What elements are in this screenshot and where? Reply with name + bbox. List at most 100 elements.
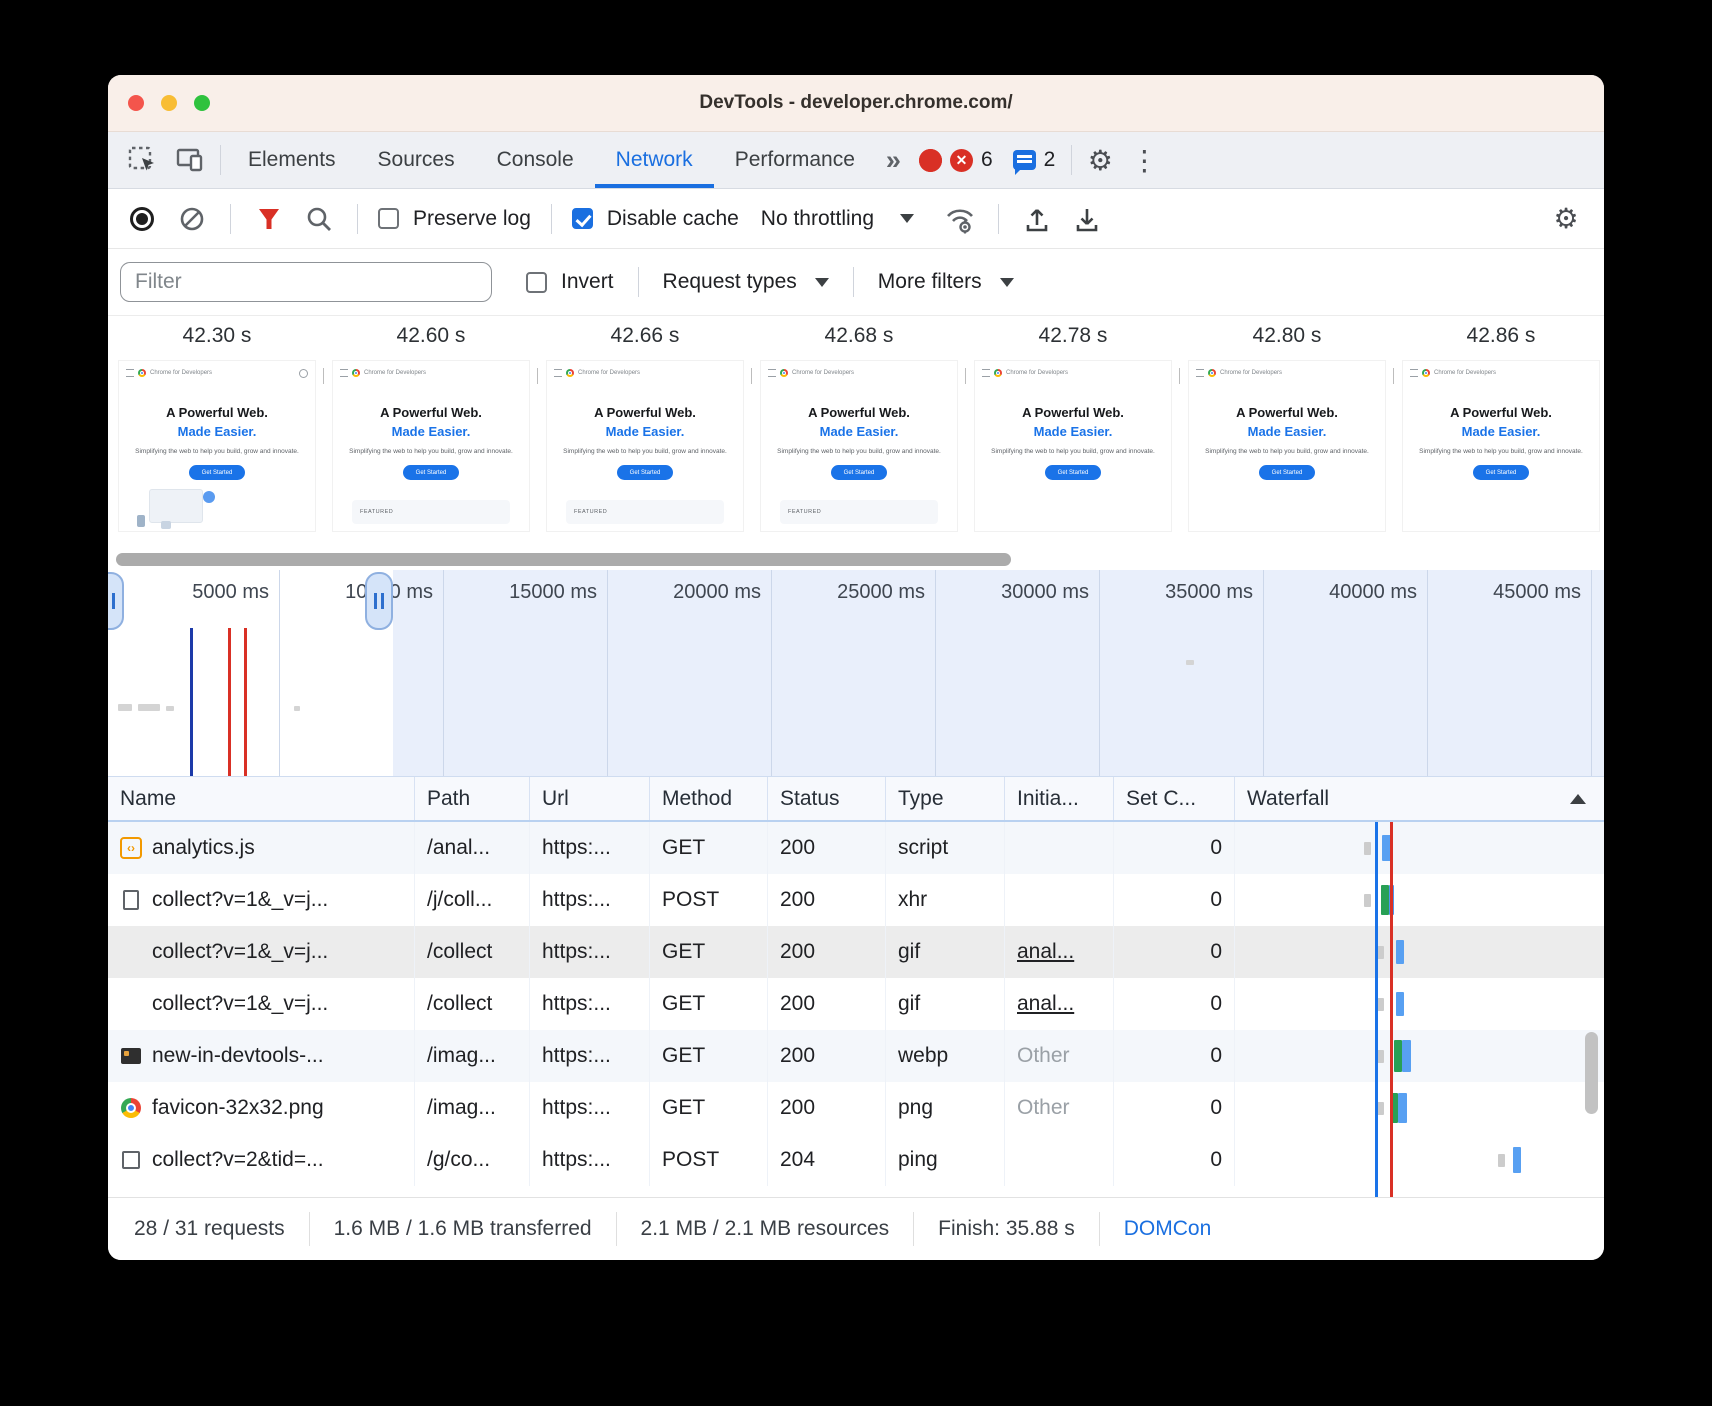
filmstrip-thumbnail: Chrome for Developers A Powerful Web. Ma… (118, 360, 316, 532)
request-waterfall (1235, 1134, 1604, 1186)
timeline-left-handle[interactable] (108, 572, 124, 630)
invert-checkbox[interactable] (526, 272, 547, 293)
request-set-cookies: 0 (1114, 978, 1235, 1030)
filmstrip-frame[interactable]: 42.80 s Chrome for Developers A Powerful… (1180, 316, 1394, 550)
filmstrip-frame[interactable]: 42.68 s Chrome for Developers A Powerful… (752, 316, 966, 550)
search-icon (299, 369, 308, 378)
timeline-overview[interactable]: 5000 ms 10000 ms 15000 ms 20000 ms 25000… (108, 570, 1604, 777)
table-row[interactable]: collect?v=2&tid=... /g/co... https:... P… (108, 1134, 1604, 1186)
load-event-line (1390, 822, 1393, 1197)
column-header-url[interactable]: Url (530, 777, 650, 820)
scrollbar-thumb[interactable] (116, 553, 1011, 566)
filmstrip-frame[interactable]: 42.86 s Chrome for Developers A Powerful… (1394, 316, 1604, 550)
preserve-log-toggle[interactable]: Preserve log (378, 207, 531, 231)
more-tabs-button[interactable]: » (876, 132, 909, 188)
import-har-button[interactable] (1019, 201, 1055, 237)
initiator-link[interactable]: anal... (1017, 940, 1074, 964)
thumb-brand: Chrome for Developers (364, 370, 426, 376)
clear-network-log-button[interactable] (174, 201, 210, 237)
table-row[interactable]: ‹›analytics.js /anal... https:... GET 20… (108, 822, 1604, 874)
column-header-waterfall[interactable]: Waterfall (1235, 777, 1604, 820)
devtools-tab-bar: Elements Sources Console Network Perform… (108, 132, 1604, 189)
close-window-button[interactable] (128, 95, 144, 111)
timeline-tick: 30000 ms (1001, 581, 1089, 604)
issues-badge[interactable]: 2 (1003, 132, 1066, 188)
table-row[interactable]: collect?v=1&_v=j... /j/coll... https:...… (108, 874, 1604, 926)
initiator-link[interactable]: anal... (1017, 992, 1074, 1016)
customize-devtools-button[interactable]: ⋮ (1122, 132, 1166, 188)
hamburger-icon (340, 369, 348, 377)
request-initiator (1005, 822, 1114, 874)
thumb-tagline: Simplifying the web to help you build, g… (547, 448, 743, 455)
dom-content-loaded-line (1375, 822, 1378, 1197)
column-header-status[interactable]: Status (768, 777, 886, 820)
disable-cache-toggle[interactable]: Disable cache (572, 207, 739, 231)
inspect-element-button[interactable] (118, 132, 166, 188)
request-type: webp (886, 1030, 1005, 1082)
column-header-initiator[interactable]: Initia... (1005, 777, 1114, 820)
tab-sources[interactable]: Sources (357, 132, 476, 188)
column-header-name[interactable]: Name (108, 777, 415, 820)
thumb-illustration (131, 489, 215, 529)
column-header-method[interactable]: Method (650, 777, 768, 820)
tab-network[interactable]: Network (595, 132, 714, 188)
chrome-logo-icon (1208, 369, 1216, 377)
more-filters-dropdown[interactable]: More filters (878, 270, 1014, 294)
requests-table-header: Name Path Url Method Status Type Initia.… (108, 777, 1604, 822)
network-conditions-button[interactable] (942, 201, 978, 237)
minimize-window-button[interactable] (161, 95, 177, 111)
search-network-button[interactable] (301, 201, 337, 237)
thumb-brand: Chrome for Developers (150, 370, 212, 376)
request-method: GET (650, 822, 768, 874)
column-header-path[interactable]: Path (415, 777, 530, 820)
filmstrip-frame[interactable]: 42.30 s Chrome for Developers A Powerful… (110, 316, 324, 550)
tab-console[interactable]: Console (476, 132, 595, 188)
tab-performance[interactable]: Performance (714, 132, 876, 188)
divider (357, 204, 358, 234)
status-bar: 28 / 31 requests 1.6 MB / 1.6 MB transfe… (108, 1197, 1604, 1260)
request-name: collect?v=1&_v=j... (152, 888, 328, 912)
preserve-log-checkbox[interactable] (378, 208, 399, 229)
request-set-cookies: 0 (1114, 926, 1235, 978)
throttling-select[interactable]: No throttling (761, 207, 914, 231)
request-set-cookies: 0 (1114, 1082, 1235, 1134)
timeline-right-handle[interactable] (365, 572, 393, 630)
thumb-subheadline: Made Easier. (333, 424, 529, 439)
filter-input[interactable] (120, 262, 492, 302)
divider (551, 204, 552, 234)
tab-elements[interactable]: Elements (227, 132, 357, 188)
column-header-set-cookies[interactable]: Set C... (1114, 777, 1235, 820)
chrome-logo-icon (994, 369, 1002, 377)
divider (913, 1212, 914, 1246)
request-set-cookies: 0 (1114, 1030, 1235, 1082)
request-set-cookies: 0 (1114, 822, 1235, 874)
filmstrip-frame[interactable]: 42.78 s Chrome for Developers A Powerful… (966, 316, 1180, 550)
invert-toggle[interactable]: Invert (526, 270, 614, 294)
network-settings-button[interactable]: ⚙ (1544, 202, 1588, 235)
filmstrip-scrollbar[interactable] (108, 550, 1604, 570)
filter-toggle-button[interactable] (251, 201, 287, 237)
disable-cache-checkbox[interactable] (572, 208, 593, 229)
table-scrollbar-thumb[interactable] (1585, 1032, 1598, 1114)
request-waterfall (1235, 1030, 1604, 1082)
zoom-window-button[interactable] (194, 95, 210, 111)
dom-content-loaded-summary[interactable]: DOMCon (1124, 1217, 1212, 1241)
request-waterfall (1235, 1082, 1604, 1134)
request-types-dropdown[interactable]: Request types (663, 270, 829, 294)
request-method: GET (650, 978, 768, 1030)
document-icon (120, 889, 142, 911)
gear-icon: ⚙ (1553, 202, 1578, 235)
column-header-type[interactable]: Type (886, 777, 1005, 820)
hamburger-icon (768, 369, 776, 377)
errors-badge[interactable]: ✕ 6 (909, 132, 1003, 188)
request-url: https:... (530, 926, 650, 978)
load-event-line (228, 628, 231, 776)
divider (1071, 145, 1072, 175)
filmstrip-frame[interactable]: 42.66 s Chrome for Developers A Powerful… (538, 316, 752, 550)
settings-button[interactable]: ⚙ (1078, 132, 1122, 188)
tab-label: Network (616, 148, 693, 172)
filmstrip-frame[interactable]: 42.60 s Chrome for Developers A Powerful… (324, 316, 538, 550)
toggle-device-toolbar-button[interactable] (166, 132, 214, 188)
export-har-button[interactable] (1069, 201, 1105, 237)
record-network-log-button[interactable] (130, 207, 154, 231)
